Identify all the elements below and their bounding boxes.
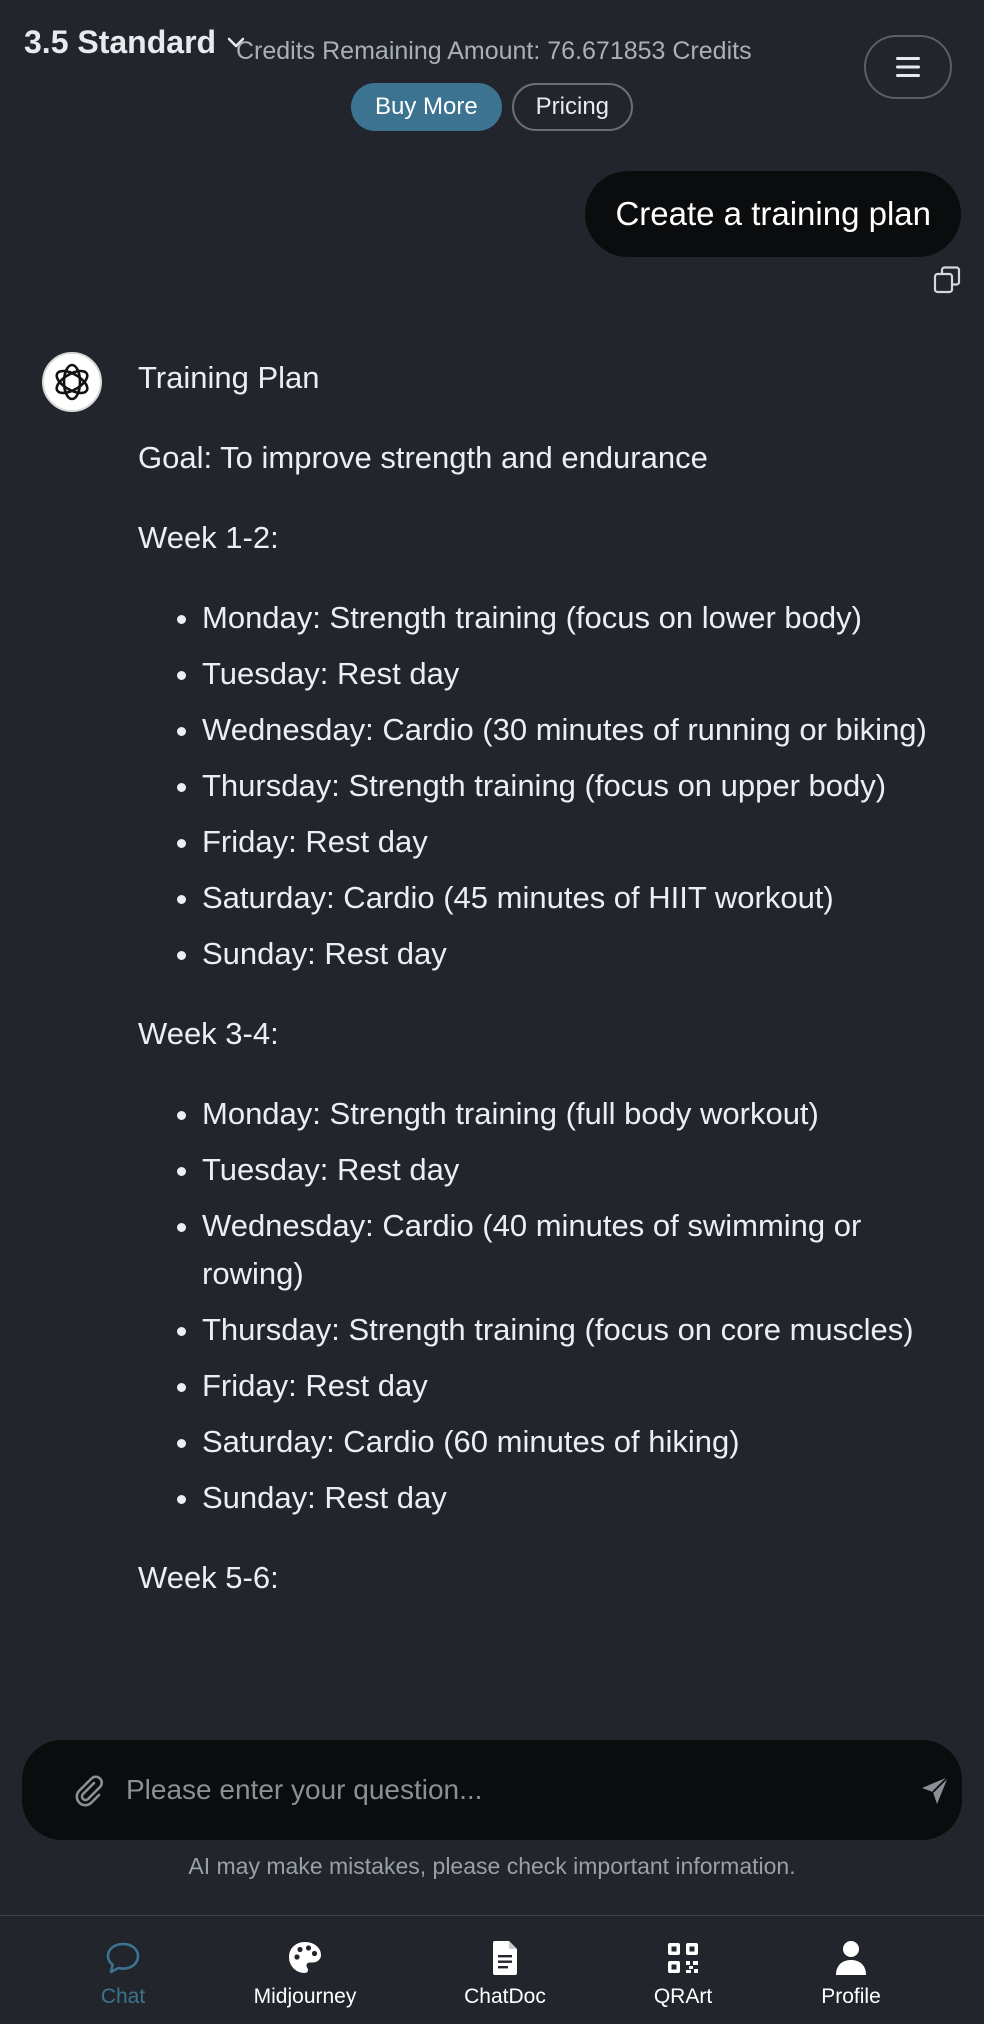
paperclip-icon[interactable] [72, 1774, 106, 1808]
send-icon[interactable] [918, 1774, 952, 1808]
week-heading: Week 3-4: [138, 1016, 279, 1051]
list-item: Wednesday: Cardio (30 minutes of running… [202, 706, 938, 754]
answer-title: Training Plan [138, 360, 320, 395]
list-item: Monday: Strength training (full body wor… [202, 1090, 938, 1138]
week-list: Monday: Strength training (full body wor… [178, 1090, 938, 1522]
nav-label: QRArt [653, 1985, 713, 2008]
composer [22, 1740, 962, 1840]
list-item: Tuesday: Rest day [202, 1146, 938, 1194]
nav-label: ChatDoc [464, 1985, 546, 2008]
list-item: Friday: Rest day [202, 1362, 938, 1410]
list-item: Thursday: Strength training (focus on co… [202, 1306, 938, 1354]
nav-item-profile[interactable]: Profile [776, 1916, 926, 2024]
week-heading: Week 1-2: [138, 520, 279, 555]
pricing-button[interactable]: Pricing [511, 83, 634, 131]
buy-more-button[interactable]: Buy More [350, 83, 502, 131]
nav-item-chat[interactable]: Chat [48, 1916, 198, 2024]
openai-logo-icon [55, 363, 89, 401]
list-item: Wednesday: Cardio (40 minutes of swimmin… [202, 1202, 938, 1298]
list-item: Saturday: Cardio (45 minutes of HIIT wor… [202, 874, 938, 922]
user-message-bubble: Create a training plan [585, 171, 961, 257]
model-selector[interactable]: 3.5 Standard [24, 24, 246, 61]
week-heading: Week 5-6: [138, 1560, 279, 1595]
nav-item-midjourney[interactable]: Midjourney [230, 1916, 380, 2024]
document-icon [493, 1941, 517, 1975]
answer-goal: Goal: To improve strength and endurance [138, 440, 708, 475]
person-icon [836, 1941, 866, 1975]
nav-label: Profile [821, 1985, 881, 2008]
palette-icon [289, 1942, 321, 1973]
nav-item-qrart[interactable]: QRArt [608, 1916, 758, 2024]
list-item: Monday: Strength training (focus on lowe… [202, 594, 938, 642]
list-item: Thursday: Strength training (focus on up… [202, 762, 938, 810]
list-item: Saturday: Cardio (60 minutes of hiking) [202, 1418, 938, 1466]
week-list: Monday: Strength training (focus on lowe… [178, 594, 938, 978]
disclaimer-text: AI may make mistakes, please check impor… [188, 1853, 796, 1879]
bottom-nav: Chat Midjourney ChatDoc QRArt Profile [0, 1915, 984, 2024]
user-message-text: Create a training plan [615, 195, 931, 232]
credits-remaining: Credits Remaining Amount: 76.671853 Cred… [236, 37, 752, 65]
chat-bubble-icon [106, 1942, 140, 1974]
nav-label: Chat [100, 1985, 146, 2008]
list-item: Friday: Rest day [202, 818, 938, 866]
list-item: Sunday: Rest day [202, 1474, 938, 1522]
nav-item-chatdoc[interactable]: ChatDoc [430, 1916, 580, 2024]
qr-code-icon [668, 1943, 698, 1973]
header-actions: Buy More Pricing [0, 83, 984, 131]
list-item: Sunday: Rest day [202, 930, 938, 978]
model-name: 3.5 Standard [24, 24, 217, 60]
question-input[interactable] [126, 1766, 886, 1814]
assistant-message: Training Plan Goal: To improve strength … [138, 354, 938, 1634]
chat-screen: 3.5 Standard Credits Remaining Amount: 7… [0, 0, 984, 2024]
list-item: Tuesday: Rest day [202, 650, 938, 698]
nav-label: Midjourney [253, 1985, 357, 2008]
copy-icon[interactable] [932, 265, 962, 295]
assistant-avatar [42, 352, 102, 412]
hamburger-icon [896, 57, 920, 77]
